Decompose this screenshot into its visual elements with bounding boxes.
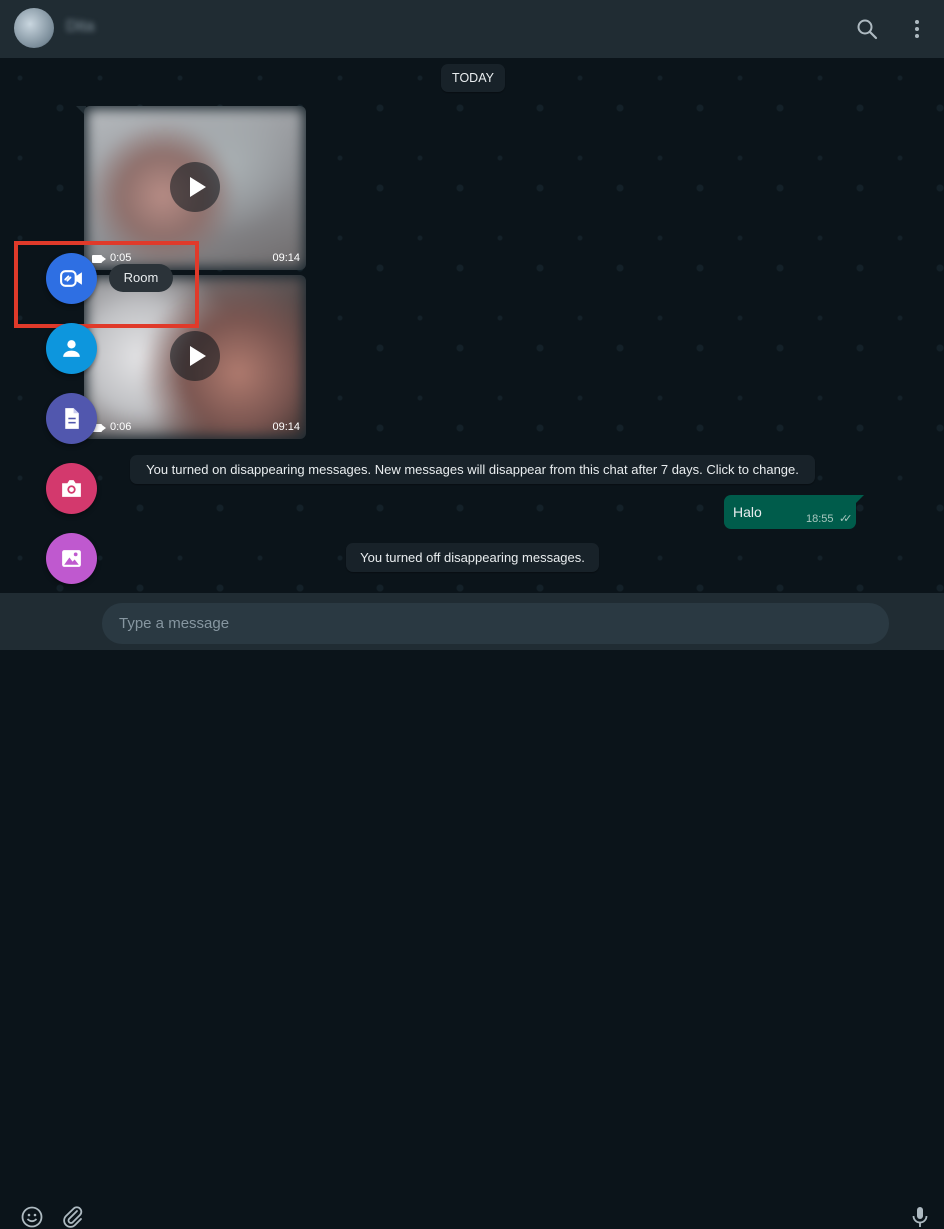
message-time: 09:14	[272, 252, 300, 264]
emoji-icon[interactable]	[20, 1205, 44, 1229]
chat-header: Dita	[0, 0, 944, 58]
search-icon[interactable]	[855, 17, 879, 41]
play-icon[interactable]	[170, 331, 220, 381]
message-input-box[interactable]	[102, 603, 889, 644]
microphone-icon[interactable]	[908, 1205, 932, 1229]
highlight-box	[14, 241, 199, 328]
read-receipt-icon: ✓✓	[839, 513, 853, 525]
date-divider: TODAY	[441, 64, 505, 92]
outgoing-message[interactable]: Halo 18:55 ✓✓	[724, 495, 864, 529]
contact-name[interactable]: Dita	[66, 18, 94, 36]
contact-button[interactable]	[46, 323, 97, 374]
contact-avatar[interactable]	[14, 8, 54, 48]
photo-icon	[62, 550, 81, 567]
play-icon[interactable]	[170, 162, 220, 212]
message-time: 09:14	[272, 421, 300, 433]
attach-icon[interactable]	[61, 1205, 85, 1229]
video-duration: 0:06	[110, 421, 132, 433]
message-time: 18:55	[806, 513, 834, 525]
camera-button[interactable]	[46, 463, 97, 514]
message-input[interactable]	[117, 614, 861, 633]
contact-icon	[63, 340, 80, 357]
message-text: Halo	[733, 504, 762, 520]
document-icon	[65, 408, 79, 429]
system-message-disappearing-off[interactable]: You turned off disappearing messages.	[346, 543, 599, 572]
menu-icon[interactable]	[905, 17, 929, 41]
camera-icon	[62, 480, 81, 497]
photos-button[interactable]	[46, 533, 97, 584]
system-message-disappearing-on[interactable]: You turned on disappearing messages. New…	[130, 455, 815, 484]
document-button[interactable]	[46, 393, 97, 444]
